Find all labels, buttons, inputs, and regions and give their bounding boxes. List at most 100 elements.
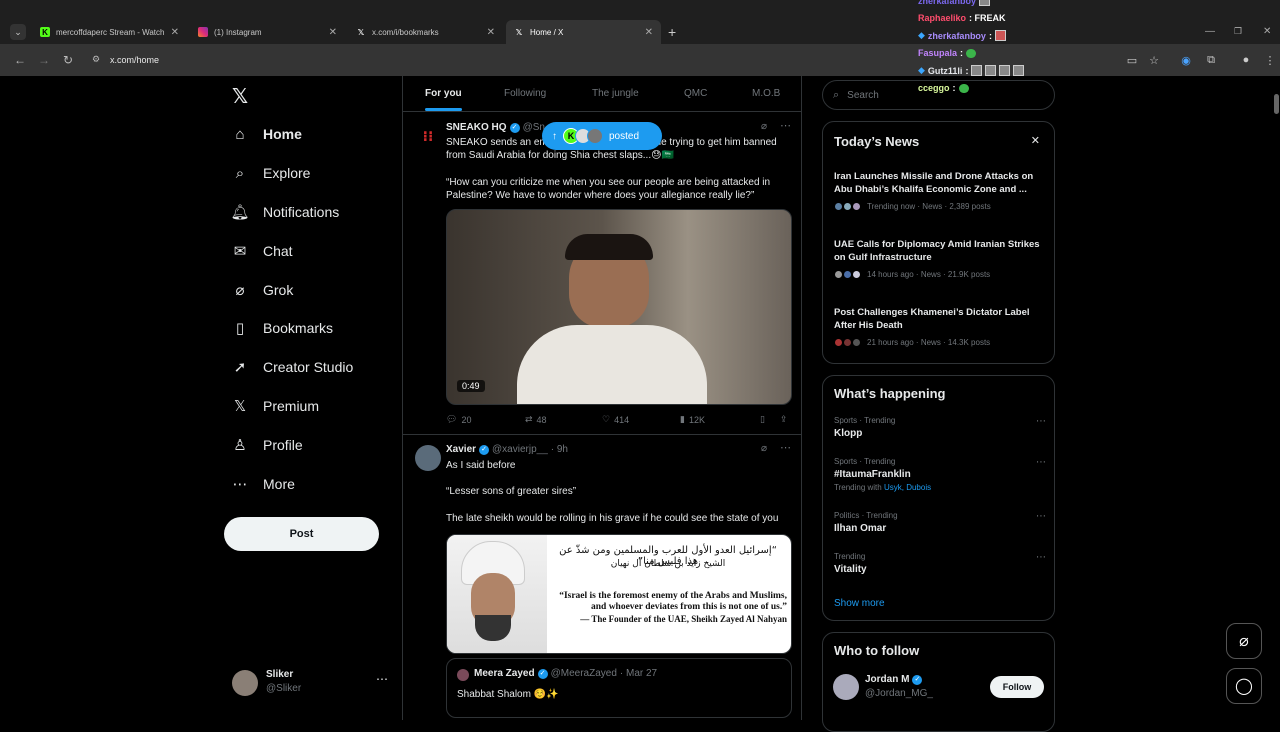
avatar <box>852 202 861 211</box>
messages-fab-button[interactable]: ◯ <box>1226 668 1262 704</box>
avatar <box>232 670 258 696</box>
sidebar-item-home[interactable]: ⌂ Home <box>230 119 301 149</box>
tab-qmc[interactable]: QMC <box>684 88 707 99</box>
menu-icon[interactable]: ⋮ <box>1262 52 1278 68</box>
post-button[interactable]: Post <box>224 517 379 551</box>
search-input[interactable]: ⌕ Search <box>822 80 1055 110</box>
more-icon[interactable]: ⋯ <box>376 672 388 686</box>
avatar[interactable]: ⁝⁝ <box>415 123 441 149</box>
news-item[interactable]: Post Challenges Khamenei’s Dictator Labe… <box>834 306 1046 347</box>
close-icon[interactable]: ✕ <box>645 27 653 38</box>
tweet[interactable]: ⁝⁝ SNEAKO HQ ✓ @Sn ⌀ ⋯ SNEAKO sends an e… <box>403 113 801 435</box>
more-icon[interactable]: ⋯ <box>1036 511 1046 522</box>
sidebar-item-more[interactable]: ⋯ More <box>230 469 295 499</box>
more-icon[interactable]: ⋯ <box>1036 416 1046 427</box>
more-icon[interactable]: ⋯ <box>1036 457 1046 468</box>
sidebar-item-chat[interactable]: ✉ Chat <box>230 236 293 266</box>
minimize-icon[interactable]: — <box>1205 26 1215 37</box>
back-icon[interactable]: ← <box>12 52 28 68</box>
trend-item[interactable]: Sports · Trending Klopp ⋯ <box>834 416 1046 439</box>
news-title: Iran Launches Missile and Drone Attacks … <box>834 171 1034 195</box>
more-icon[interactable]: ⋯ <box>1036 552 1046 563</box>
tweet[interactable]: Xavier ✓ @xavierjp__ · 9h ⌀ ⋯ As I said … <box>403 435 801 720</box>
site-info-icon[interactable]: ⚙ <box>92 54 100 65</box>
show-more-link[interactable]: Show more <box>834 598 885 609</box>
tweet-text: “Lesser sons of greater sires” <box>446 486 577 497</box>
tab-mob[interactable]: M.O.B <box>752 88 780 99</box>
news-meta: 14 hours ago · News · 21.9K posts <box>867 270 991 279</box>
author-name[interactable]: SNEAKO HQ <box>446 122 507 133</box>
restore-icon[interactable]: ❐ <box>1234 26 1242 37</box>
avatar[interactable] <box>833 674 859 700</box>
sidebar-item-notifications[interactable]: 🔔︎ Notifications <box>230 197 339 227</box>
tab-the-jungle[interactable]: The jungle <box>592 88 639 99</box>
repost-button[interactable]: ⇄ 48 <box>525 414 547 425</box>
bookmark-button[interactable]: ▯ <box>760 414 765 425</box>
close-icon[interactable]: ✕ <box>487 27 495 38</box>
tab-for-you[interactable]: For you <box>425 88 462 111</box>
sidebar-item-creator-studio[interactable]: ➚ Creator Studio <box>230 352 354 382</box>
grok-fab-button[interactable]: ⌀ <box>1226 623 1262 659</box>
x-logo-icon[interactable]: 𝕏 <box>232 84 248 109</box>
trend-item[interactable]: Trending Vitality ⋯ <box>834 552 1046 575</box>
tab-instagram[interactable]: (1) Instagram ✕ <box>190 20 345 44</box>
sidebar-item-grok[interactable]: ⌀ Grok <box>230 275 293 305</box>
news-item[interactable]: UAE Calls for Diplomacy Amid Iranian Str… <box>834 238 1046 279</box>
new-tab-icon[interactable]: + <box>668 24 676 40</box>
news-item[interactable]: Iran Launches Missile and Drone Attacks … <box>834 170 1046 211</box>
sidebar-item-premium[interactable]: 𝕏 Premium <box>230 391 319 421</box>
reply-button[interactable]: 💬︎ 20 <box>446 414 471 425</box>
page-scrollbar[interactable] <box>1274 94 1279 114</box>
close-icon[interactable]: ✕ <box>171 27 179 38</box>
forward-icon[interactable]: → <box>36 52 52 68</box>
reload-icon[interactable]: ↻ <box>60 52 76 68</box>
author-name[interactable]: Xavier <box>446 444 476 455</box>
tweet-time[interactable]: · 9h <box>551 444 568 455</box>
avatar <box>457 669 469 681</box>
tab-search-icon[interactable]: ⌄ <box>10 24 26 40</box>
grok-icon: ⌀ <box>1239 633 1249 650</box>
share-button[interactable]: ⇪ <box>780 414 788 425</box>
account-switcher[interactable]: Sliker @Sliker ⋯ <box>230 666 400 702</box>
extension-icon[interactable]: ◉ <box>1178 52 1194 68</box>
close-icon[interactable]: ✕ <box>329 27 337 38</box>
new-posts-pill[interactable]: ↑ K posted <box>542 122 662 150</box>
trend-with-links[interactable]: Usyk, Dubois <box>884 483 931 492</box>
tweet-image[interactable]: “إسرائيل العدو الأول للعرب والمسلمين ومن… <box>446 534 792 654</box>
sidebar-item-explore[interactable]: ⌕ Explore <box>230 158 311 188</box>
tab-bookmarks[interactable]: 𝕏 x.com/i/bookmarks ✕ <box>348 20 503 44</box>
video-player[interactable]: 0:49 <box>446 209 792 405</box>
views-button[interactable]: ▮ 12K <box>680 414 705 425</box>
more-icon[interactable]: ⋯ <box>780 119 791 132</box>
left-navigation: 𝕏 ⌂ Home ⌕ Explore 🔔︎ Notifications ✉ Chat ⌀… <box>224 76 402 720</box>
puzzle-icon[interactable]: ⧉ <box>1203 52 1219 68</box>
tab-kick[interactable]: K mercoffdaperc Stream - Watch ✕ <box>32 20 187 44</box>
grok-icon[interactable]: ⌀ <box>761 443 767 454</box>
sidebar-item-bookmarks[interactable]: ▯ Bookmarks <box>230 313 333 343</box>
sidebar-item-label: Notifications <box>263 204 340 220</box>
news-meta: Trending now · News · 2,389 posts <box>867 202 991 211</box>
more-icon[interactable]: ⋯ <box>780 441 791 454</box>
avatar[interactable] <box>415 445 441 471</box>
todays-news-panel: Today’s News ✕ Iran Launches Missile and… <box>822 121 1055 364</box>
x-icon: 𝕏 <box>233 398 247 415</box>
author-handle[interactable]: @xavierjp__ <box>492 444 548 455</box>
profile-icon[interactable]: ● <box>1238 52 1254 68</box>
sidebar-item-profile[interactable]: ♙ Profile <box>230 430 302 460</box>
emote-icon <box>985 65 997 77</box>
close-icon[interactable]: ✕ <box>1031 134 1040 147</box>
verified-icon: ✓ <box>509 122 520 133</box>
follow-button[interactable]: Follow <box>990 676 1044 698</box>
grok-icon[interactable]: ⌀ <box>761 121 767 132</box>
quoted-tweet[interactable]: Meera Zayed ✓ @MeeraZayed · Mar 27 Shabb… <box>446 658 792 718</box>
tab-home-x[interactable]: 𝕏 Home / X ✕ <box>506 20 661 44</box>
trend-item[interactable]: Politics · Trending Ilhan Omar ⋯ <box>834 511 1046 534</box>
trend-item[interactable]: Sports · Trending #ItaumaFranklin Trendi… <box>834 457 1046 492</box>
star-icon[interactable]: ☆ <box>1146 52 1162 68</box>
like-button[interactable]: ♡ 414 <box>602 414 629 425</box>
tab-label: mercoffdaperc Stream - Watch <box>56 27 165 37</box>
follow-name[interactable]: Jordan M <box>865 674 909 685</box>
tab-following[interactable]: Following <box>504 88 546 99</box>
window-close-icon[interactable]: ✕ <box>1263 26 1271 37</box>
install-icon[interactable]: ▭ <box>1124 52 1140 68</box>
